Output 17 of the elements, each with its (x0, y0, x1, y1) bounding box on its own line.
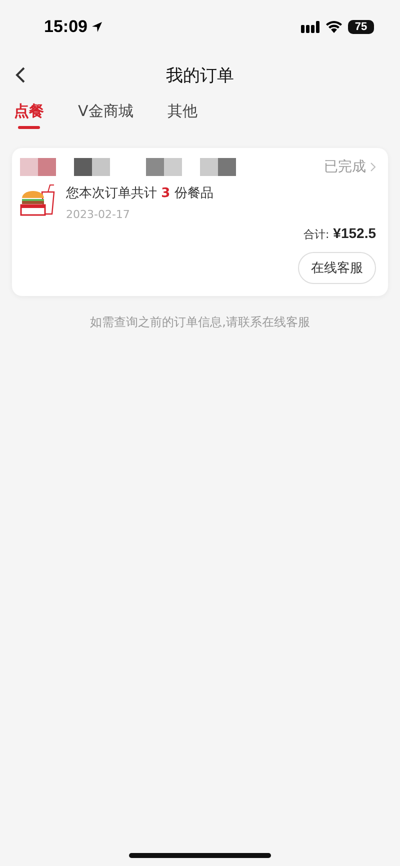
location-arrow-icon (91, 21, 104, 33)
order-tab[interactable]: V金商城 (78, 96, 134, 131)
battery-level: 75 (348, 20, 374, 34)
signal-icon (301, 21, 320, 33)
wifi-icon (326, 21, 342, 33)
chevron-icon (370, 162, 376, 172)
customer-service-button[interactable]: 在线客服 (298, 252, 376, 284)
order-summary: 您本次订单共计 3 份餐品 (66, 185, 214, 202)
footer-note: 如需查询之前的订单信息,请联系在线客服 (89, 314, 311, 331)
order-tab[interactable]: 点餐 (14, 96, 44, 131)
order-tab[interactable]: 其他 (167, 96, 198, 131)
total-label: 合计: (303, 227, 330, 242)
burger-and-drink-icon (20, 184, 56, 216)
total-amount: ¥152.5 (333, 225, 376, 241)
clock-time: 15:09 (44, 17, 88, 37)
order-date: 2023-02-17 (66, 208, 131, 221)
page-title: 我的订单 (166, 64, 234, 86)
